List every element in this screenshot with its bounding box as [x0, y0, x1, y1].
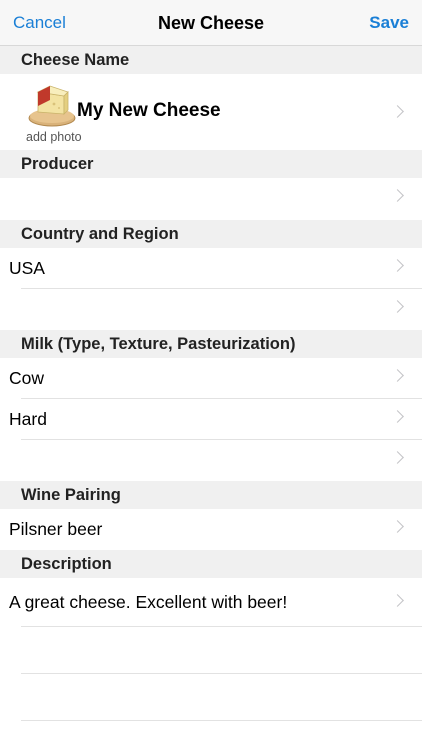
description-value: A great cheese. Excellent with beer! [9, 592, 288, 612]
description-row[interactable]: A great cheese. Excellent with beer! [0, 580, 422, 626]
navigation-bar: Cancel New Cheese Save [0, 0, 422, 46]
country-value: USA [9, 258, 45, 278]
section-header-cheese-name: Cheese Name [0, 46, 422, 74]
row-separator [21, 720, 422, 721]
cancel-button[interactable]: Cancel [13, 13, 66, 33]
chevron-right-icon [391, 451, 404, 464]
section-header-wine-pairing: Wine Pairing [0, 481, 422, 509]
chevron-right-icon [391, 300, 404, 313]
chevron-right-icon [391, 594, 404, 607]
chevron-right-icon [391, 259, 404, 272]
milk-type-value: Cow [9, 368, 45, 388]
chevron-right-icon [391, 520, 404, 533]
description-line-row[interactable] [0, 627, 422, 673]
chevron-right-icon [391, 189, 404, 202]
section-header-description: Description [0, 550, 422, 578]
section-header-country-region: Country and Region [0, 220, 422, 248]
wine-pairing-row[interactable]: Pilsner beer [0, 509, 422, 549]
chevron-right-icon [391, 105, 404, 118]
cheese-name-value[interactable]: My New Cheese [77, 100, 221, 122]
milk-type-row[interactable]: Cow [0, 358, 422, 398]
chevron-right-icon [391, 410, 404, 423]
section-header-milk: Milk (Type, Texture, Pasteurization) [0, 330, 422, 358]
milk-texture-row[interactable]: Hard [0, 399, 422, 439]
cheese-name-row[interactable]: add photo My New Cheese [0, 74, 422, 150]
milk-pasteurization-row[interactable] [0, 440, 422, 480]
description-line-row[interactable] [0, 674, 422, 720]
wine-pairing-value: Pilsner beer [9, 519, 103, 539]
region-row[interactable] [0, 289, 422, 329]
cheese-wedge-icon[interactable] [24, 82, 76, 128]
add-photo-label: add photo [26, 130, 82, 144]
country-row[interactable]: USA [0, 248, 422, 288]
new-cheese-screen: Cancel New Cheese Save Cheese Name add p… [0, 0, 422, 750]
milk-texture-value: Hard [9, 409, 47, 429]
chevron-right-icon [391, 369, 404, 382]
section-header-producer: Producer [0, 150, 422, 178]
save-button[interactable]: Save [369, 13, 409, 33]
producer-row[interactable] [0, 178, 422, 218]
